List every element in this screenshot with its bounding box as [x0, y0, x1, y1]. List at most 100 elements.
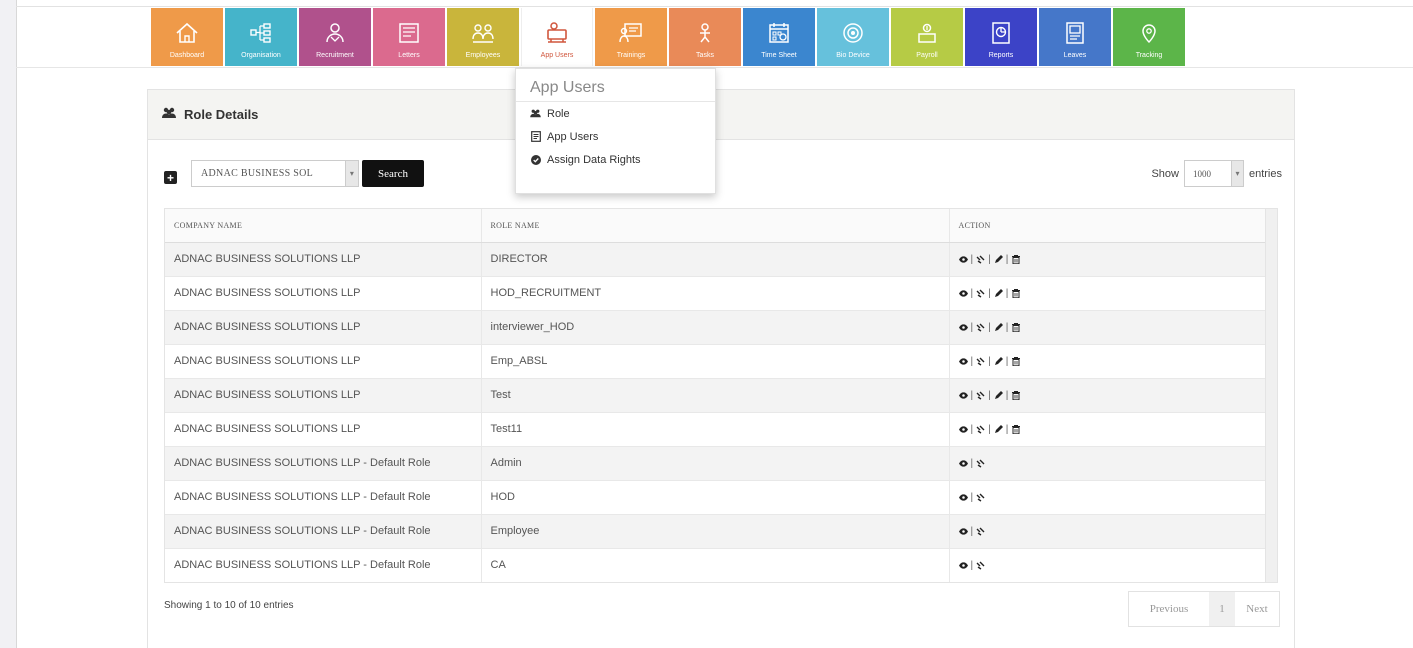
view-icon[interactable]: [958, 459, 968, 468]
nav-tile-label: Bio Device: [836, 52, 870, 59]
delete-icon[interactable]: [1011, 356, 1020, 366]
assign-icon[interactable]: [976, 425, 985, 434]
recruitment-icon: [321, 20, 349, 46]
page-1-button[interactable]: 1: [1209, 592, 1235, 626]
nav-tile-reports[interactable]: Reports: [965, 8, 1037, 66]
show-entries: Show 1000 ▾ entries: [1151, 160, 1282, 187]
role-cell: Emp_ABSL: [480, 343, 949, 378]
role-cell: CA: [480, 547, 949, 582]
assign-icon[interactable]: [976, 323, 985, 332]
delete-icon[interactable]: [1011, 288, 1020, 298]
view-icon[interactable]: [958, 289, 968, 298]
view-icon[interactable]: [958, 323, 968, 332]
nav-tile-label: Employees: [465, 52, 501, 59]
dropdown-item-role[interactable]: Role: [516, 102, 715, 125]
separator: |: [970, 423, 974, 435]
table-scrollbar[interactable]: [1265, 209, 1277, 582]
next-page-button[interactable]: Next: [1235, 592, 1279, 626]
table-row: ADNAC BUSINESS SOLUTIONS LLP HOD_RECRUITM…: [165, 275, 1265, 310]
edit-icon[interactable]: [994, 322, 1003, 332]
delete-icon[interactable]: [1011, 322, 1020, 332]
column-header-role[interactable]: ROLE NAME: [480, 209, 949, 243]
table-row: ADNAC BUSINESS SOLUTIONS LLP interviewer_…: [165, 309, 1265, 344]
dropdown-item-label: Role: [547, 107, 570, 120]
assign-icon[interactable]: [976, 561, 985, 570]
dropdown-item-app-users[interactable]: App Users: [516, 125, 715, 148]
action-cell: |: [948, 479, 1265, 514]
table-header-row: COMPANY NAME ROLE NAME ACTION: [165, 209, 1265, 243]
column-header-company[interactable]: COMPANY NAME: [165, 209, 481, 243]
edit-icon[interactable]: [994, 390, 1003, 400]
edit-icon[interactable]: [994, 254, 1003, 264]
edit-icon[interactable]: [994, 356, 1003, 366]
view-icon[interactable]: [958, 391, 968, 400]
role-cell: Test11: [480, 411, 949, 446]
role-cell: HOD_RECRUITMENT: [480, 275, 949, 310]
bio-device-icon: [839, 20, 867, 46]
nav-tile-label: App Users: [540, 52, 574, 59]
nav-tile-leaves[interactable]: Leaves: [1039, 8, 1111, 66]
action-cell: | | |: [948, 309, 1265, 344]
action-cell: | | |: [948, 377, 1265, 412]
nav-tile-label: Dashboard: [169, 52, 205, 59]
view-icon[interactable]: [958, 493, 968, 502]
nav-tile-dashboard[interactable]: Dashboard: [151, 8, 223, 66]
previous-page-button[interactable]: Previous: [1129, 592, 1209, 626]
column-header-action: ACTION: [948, 209, 1265, 243]
entries-label: entries: [1248, 167, 1282, 180]
timesheet-icon: [765, 20, 793, 46]
action-cell: |: [948, 547, 1265, 582]
view-icon[interactable]: [958, 561, 968, 570]
separator: |: [1005, 423, 1009, 435]
nav-tile-payroll[interactable]: Payroll: [891, 8, 963, 66]
nav-tile-app-users[interactable]: App Users: [521, 8, 593, 66]
nav-tile-label: Trainings: [616, 52, 646, 59]
home-icon: [173, 20, 201, 46]
delete-icon[interactable]: [1011, 254, 1020, 264]
table-row: ADNAC BUSINESS SOLUTIONS LLP - Default R…: [165, 445, 1265, 480]
company-cell: ADNAC BUSINESS SOLUTIONS LLP: [165, 275, 481, 310]
edit-icon[interactable]: [994, 288, 1003, 298]
nav-tile-tasks[interactable]: Tasks: [669, 8, 741, 66]
add-role-button[interactable]: +: [164, 171, 177, 184]
assign-icon[interactable]: [976, 391, 985, 400]
payroll-icon: [913, 20, 941, 46]
nav-tile-organisation[interactable]: Organisation: [225, 8, 297, 66]
leaves-icon: [1061, 20, 1089, 46]
chevron-down-icon: ▾: [1230, 161, 1243, 186]
nav-tile-label: Organisation: [241, 52, 281, 59]
view-icon[interactable]: [958, 527, 968, 536]
check-circle-icon: [530, 154, 541, 165]
nav-tile-bio-device[interactable]: Bio Device: [817, 8, 889, 66]
nav-tile-letters[interactable]: Letters: [373, 8, 445, 66]
nav-tile-label: Payroll: [916, 52, 938, 59]
search-button[interactable]: Search: [362, 160, 424, 187]
view-icon[interactable]: [958, 255, 968, 264]
separator: |: [988, 355, 991, 367]
separator: |: [970, 491, 974, 503]
nav-tile-time-sheet[interactable]: Time Sheet: [743, 8, 815, 66]
action-cell: |: [948, 513, 1265, 548]
nav-tile-trainings[interactable]: Trainings: [595, 8, 667, 66]
edit-icon[interactable]: [994, 424, 1003, 434]
nav-tile-tracking[interactable]: Tracking: [1113, 8, 1185, 66]
assign-icon[interactable]: [976, 357, 985, 366]
dropdown-item-label: App Users: [547, 130, 599, 143]
action-cell: | | |: [948, 411, 1265, 446]
assign-icon[interactable]: [976, 255, 985, 264]
nav-tile-employees[interactable]: Employees: [447, 8, 519, 66]
view-icon[interactable]: [958, 357, 968, 366]
assign-icon[interactable]: [976, 527, 985, 536]
company-select[interactable]: ADNAC BUSINESS SOL ▾: [191, 160, 359, 187]
role-cell: Test: [480, 377, 949, 412]
assign-icon[interactable]: [976, 493, 985, 502]
dropdown-item-assign-data-rights[interactable]: Assign Data Rights: [516, 148, 715, 171]
view-icon[interactable]: [958, 425, 968, 434]
delete-icon[interactable]: [1011, 390, 1020, 400]
assign-icon[interactable]: [976, 289, 985, 298]
dropdown-item-label: Assign Data Rights: [547, 153, 641, 166]
assign-icon[interactable]: [976, 459, 985, 468]
entries-select[interactable]: 1000 ▾: [1183, 160, 1244, 187]
nav-tile-recruitment[interactable]: Recruitment: [299, 8, 371, 66]
delete-icon[interactable]: [1011, 424, 1020, 434]
